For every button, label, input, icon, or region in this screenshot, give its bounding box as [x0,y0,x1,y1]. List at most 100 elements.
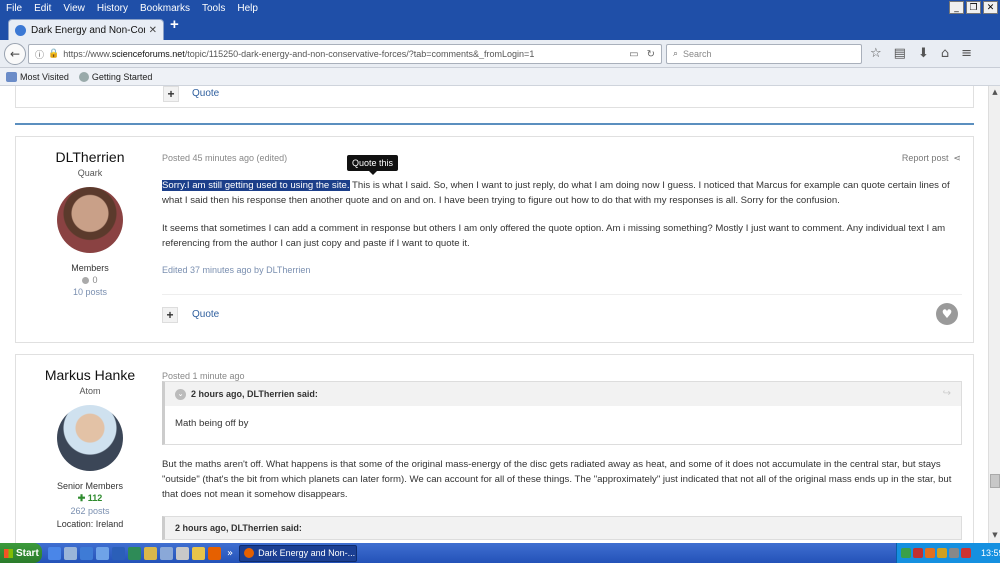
tab-strip: Dark Energy and Non-Conser... ✕ + [0,16,1000,40]
tray-icon[interactable] [937,548,947,558]
post-count[interactable]: 10 posts [16,287,164,297]
vertical-scrollbar[interactable]: ▲ ▼ [988,86,1000,543]
firefox-icon [244,548,255,558]
tray-icon[interactable] [961,548,971,558]
bookmarks-list-icon[interactable]: ▤ [894,46,906,61]
author-rank: Atom [79,386,101,396]
author-rank: Quark [77,168,103,178]
scroll-down-arrow-icon[interactable]: ▼ [990,531,1000,541]
post-dltherrien: DLTherrien Quark Members 0 10 posts Post… [15,136,974,343]
tray-icon[interactable] [913,548,923,558]
start-button[interactable]: Start [0,543,42,563]
selected-text[interactable]: Sorry.I am still getting used to using t… [162,180,350,191]
menu-bookmarks[interactable]: Bookmarks [134,3,196,14]
scrollbar-thumb[interactable] [990,474,1000,488]
chevron-down-icon[interactable]: ⌄ [175,388,186,400]
menu-history[interactable]: History [91,3,134,14]
reader-view-icon[interactable]: ▭ [629,49,638,60]
taskbar-overflow-chevron[interactable]: » [227,548,233,559]
menu-edit[interactable]: Edit [28,3,57,14]
bookmark-most-visited[interactable]: Most Visited [6,71,69,82]
author-panel: Markus Hanke Atom Senior Members ✚ 112 2… [16,355,164,529]
reputation-neutral-icon [82,277,90,284]
multiquote-plus-button[interactable]: + [163,86,179,102]
tab-active[interactable]: Dark Energy and Non-Conser... ✕ [8,19,164,40]
quote-link[interactable]: Quote [192,309,219,320]
go-to-quote-icon[interactable]: ↪ [943,388,951,399]
author-location: Location: Ireland [56,519,124,529]
quote-this-tooltip: Quote this [347,155,399,175]
hamburger-menu-icon[interactable]: ≡ [961,46,972,61]
quote-link[interactable]: Quote [192,88,219,99]
bookmark-getting-started[interactable]: Getting Started [78,71,152,82]
reputation-count: 0 [16,275,164,285]
explorer-icon[interactable] [64,546,77,560]
quick-launch [48,546,221,560]
tab-title: Dark Energy and Non-Conser... [31,24,145,36]
minimize-button[interactable]: _ [949,1,964,14]
word-icon[interactable] [112,546,125,560]
app-icon[interactable] [80,546,93,560]
restore-button[interactable]: ❐ [966,1,981,14]
clock[interactable]: 13:59 [981,548,1000,558]
folder-icon[interactable] [144,546,157,560]
quote-header: 2 hours ago, DLTherrien said: [162,516,962,540]
back-button[interactable]: ← [4,43,26,65]
post-meta[interactable]: Posted 45 minutes ago (edited) [162,153,287,163]
home-icon[interactable]: ⌂ [941,46,949,61]
menu-bar: File Edit View History Bookmarks Tools H… [0,0,1000,16]
menu-help[interactable]: Help [231,3,264,14]
bookmark-star-icon[interactable]: ☆ [870,46,882,61]
share-icon[interactable]: ⋖ [953,154,961,164]
tab-close-icon[interactable]: ✕ [149,25,157,36]
firefox-icon[interactable] [208,546,221,560]
new-tab-button[interactable]: + [170,16,179,33]
menu-file[interactable]: File [0,3,28,14]
app-icon[interactable] [96,546,109,560]
excel-icon[interactable] [128,546,141,560]
downloads-icon[interactable]: ⬇ [918,46,929,61]
chrome-icon[interactable] [192,546,205,560]
site-favicon-icon [15,24,26,36]
menu-view[interactable]: View [57,3,91,14]
lock-icon[interactable]: 🔒 [48,49,59,59]
quote-block: ⌄ 2 hours ago, DLTherrien said: Math bein… [162,381,962,445]
scroll-up-arrow-icon[interactable]: ▲ [990,88,1000,98]
tray-icon[interactable] [949,548,959,558]
search-placeholder: Search [683,49,712,59]
taskbar-firefox-window[interactable]: Dark Energy and Non-... [239,544,358,562]
url-domain: scienceforums.net [111,49,185,59]
app-icon[interactable] [160,546,173,560]
author-name[interactable]: DLTherrien [16,149,164,165]
url-bar[interactable]: ⓘ 🔒 https://www.scienceforums.net/topic/… [28,44,662,64]
back-arrow-icon: ← [9,47,21,61]
search-icon: ⌕ [673,49,679,59]
system-tray: 13:59 [896,543,1000,563]
report-post[interactable]: Report post ⋖ [902,153,961,164]
reload-icon[interactable]: ↻ [647,49,655,60]
member-group: Senior Members [56,481,124,491]
reputation-plus-icon: ✚ [77,493,88,503]
ie-icon[interactable] [48,546,61,560]
previous-post-footer: + Quote [15,86,974,108]
avatar[interactable] [57,405,123,471]
toolbar-icons: ☆ ▤ ⬇ ⌂ ≡ [870,46,972,61]
post-count[interactable]: 262 posts [16,506,164,516]
avatar[interactable] [57,187,123,253]
quote-header: ⌄ 2 hours ago, DLTherrien said: [165,382,961,406]
tray-icon[interactable] [925,548,935,558]
author-panel: DLTherrien Quark Members 0 10 posts [16,137,164,297]
search-bar[interactable]: ⌕ Search [666,44,862,64]
tray-icon[interactable] [901,548,911,558]
quote-text: Math being off by [175,418,249,429]
window-controls: _ ❐ ✕ [949,1,998,14]
multiquote-plus-button[interactable]: + [162,307,178,323]
info-icon[interactable]: ⓘ [35,48,44,61]
post-meta[interactable]: Posted 1 minute ago [162,371,245,381]
app-icon[interactable] [176,546,189,560]
menu-tools[interactable]: Tools [196,3,231,14]
url-text[interactable]: https://www.scienceforums.net/topic/1152… [63,49,621,59]
close-window-button[interactable]: ✕ [983,1,998,14]
like-heart-icon[interactable]: ♥ [936,303,958,325]
author-name[interactable]: Markus Hanke [16,367,164,383]
